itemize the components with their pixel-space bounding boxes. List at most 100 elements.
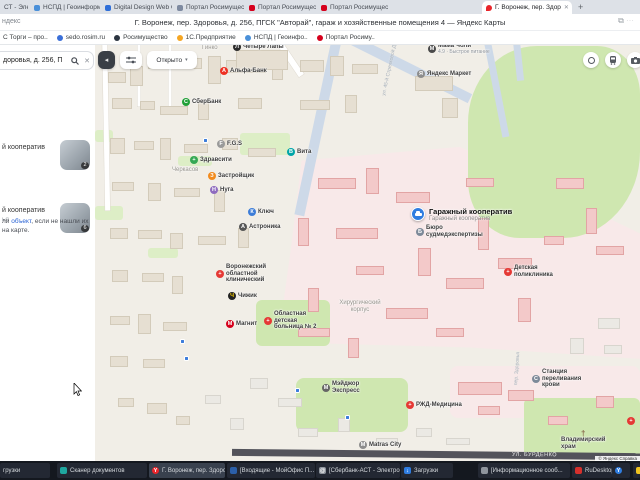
bus-stop-icon[interactable] [294,387,300,393]
layers-icon [587,56,595,64]
map-poi-label[interactable]: А Альфа-Банк [220,67,267,75]
taskbar-item[interactable]: @ [Сбербанк-АСТ - Электро... [316,463,400,478]
tab-label: Портал Росимущества [330,4,388,11]
map-poi-label[interactable]: А Астроника [239,223,281,231]
bookmark-item[interactable]: Росимущество [114,34,168,41]
result-photo-thumbnail[interactable]: 2 [60,140,90,170]
taskbar-item[interactable]: Сканер документов [57,463,147,478]
search-icon[interactable] [71,57,79,65]
map-poi-label[interactable]: М Мэйджор Экспресс [322,381,360,394]
tab-label: Digital Design Web Client [114,4,172,11]
poi-label-line: Здравсити [200,156,232,163]
map-poi-label[interactable]: F F.G.S [217,140,242,148]
map-layers-button[interactable] [583,52,599,68]
bus-stop-icon[interactable] [344,414,350,420]
map-building [142,273,164,282]
open-now-filter-button[interactable]: Открыто ▾ [147,51,197,69]
tab-label: Г. Воронеж, пер. Здор [495,4,561,11]
sidebar-collapse-button[interactable]: ◂ [98,51,115,69]
browser-tab[interactable]: СТ - Электро [0,1,28,14]
browser-tab[interactable]: Портал Росимущества [245,1,316,14]
map-poi-label[interactable]: + Детская поликлиника [504,265,553,278]
map-poi-label[interactable]: В Вита [287,148,311,156]
poi-icon: С [532,375,540,384]
bookmark-label: С Торги – про.. [3,34,48,41]
browser-tab[interactable]: Портал Росимущества [173,1,244,14]
bus-stop-icon[interactable] [179,338,185,344]
bus-stop-icon[interactable] [202,137,208,143]
browser-tab[interactable]: Портал Росимущества [317,1,388,14]
map-poi-label[interactable]: + Воронежский областной клинический [216,264,266,284]
taskbar-item[interactable]: RuDesktop [572,463,612,478]
taskbar-app-icon: @ [319,467,326,474]
bookmark-item[interactable]: Портал Росиму.. [316,34,375,41]
map-canvas[interactable]: ул. 45-й Стрелковой Дивизии пер. Здоровья… [95,45,640,461]
poi-label-line: поликлиника [514,271,553,278]
map-poi-label[interactable]: + РЖД-Медицина [406,401,462,409]
map-poi-label[interactable]: С Станция переливания крови [532,369,581,389]
map-poi-label[interactable]: Черкасов [172,167,198,174]
map-poi-label[interactable]: + [627,417,637,425]
map-building [518,298,531,322]
poi-icon: Л [233,45,241,51]
bookmark-label: sedo.rosim.ru [65,34,106,41]
bookmark-item[interactable]: С Торги – про.. [3,34,48,41]
browser-tab-bar: СТ - Электро НСПД | Геоинформацион Digital… [0,0,640,14]
browser-tab[interactable]: Г. Воронеж, пер. Здор ✕ [482,1,572,14]
poi-label-line: Гинко [202,45,218,51]
selected-poi-garage-cooperative[interactable]: Гаражный кооператив Гаражный кооператив [411,207,512,222]
new-tab-button[interactable]: + [578,2,583,12]
map-poi-label[interactable]: З Застройщик [208,172,254,180]
taskbar-item[interactable]: [Информационное сооб... [478,463,570,478]
taskbar-item[interactable]: YГ. Воронеж, пер. Здоровь... [149,463,225,478]
taskbar-item[interactable]: ↓ Загрузки [401,463,453,478]
map-poi-label[interactable]: + Областная детская больница № 2 [264,311,317,331]
transport-button[interactable] [605,52,621,68]
bookmark-item[interactable]: 1С.Предприятие [176,34,236,41]
bus-stop-icon[interactable] [183,355,189,361]
map-poi-label[interactable]: Хирургический корпус [328,300,392,313]
close-icon[interactable]: ✕ [564,4,569,11]
window-control-icons[interactable]: ⧉ ⋯ [618,16,634,26]
panoramas-button[interactable] [627,52,640,68]
taskbar-app-icon [60,467,67,474]
taskbar-item[interactable]: грузки [0,463,50,478]
bookmark-item[interactable]: НСПД | Геоинфо.. [244,34,308,41]
add-object-link[interactable]: объект [11,218,31,225]
browser-tab[interactable]: Digital Design Web Client [101,1,172,14]
map-poi-label[interactable]: M Matras City [359,441,401,449]
map-poi-label[interactable]: М Мама Чоли 4.9 · Быстрое питание [428,45,490,55]
map-poi-label[interactable]: † Владимирский храм [561,429,606,450]
map-poi-label[interactable]: Ч Чижик [228,292,257,300]
map-poi-label[interactable]: Гинко [202,45,218,52]
map-poi-label[interactable]: + Здравсити [190,156,232,164]
taskbar-item-label: [Информационное сооб... [491,467,563,474]
poi-icon: + [406,401,414,409]
map-building [163,322,187,331]
map-poi-label[interactable]: С СберБанк [182,98,221,106]
search-clear-icon[interactable]: ✕ [84,57,90,65]
map-poi-label[interactable]: Я Яндекс Маркет [417,70,471,78]
map-poi-label[interactable]: М Магнит [226,320,257,328]
map-poi-label[interactable]: Б Бюро судмедэкспертизы [416,225,483,238]
taskbar-item[interactable] [633,463,640,478]
poi-icon: А [239,223,247,231]
map-poi-label[interactable]: К Ключ [248,208,274,216]
result-title: й кооператив [2,207,45,214]
taskbar-item[interactable]: Y [612,463,630,478]
map-building [112,98,132,109]
taskbar-item[interactable]: [Входящие - МойОфис П... [227,463,315,478]
search-input[interactable]: доровья, д. 256, П ✕ [0,51,94,70]
portal-red-tab-icon [249,4,255,11]
filters-button[interactable] [120,51,142,69]
map-poi-label[interactable]: Н Нуга [210,186,234,194]
map-building [416,428,432,437]
browser-tab[interactable]: НСПД | Геоинформацион [30,1,100,14]
search-result-item[interactable]: й кооператив 2 [0,140,95,176]
poi-icon: + [190,156,198,164]
bookmark-item[interactable]: sedo.rosim.ru [56,34,106,41]
poi-icon: + [216,270,224,279]
poi-icon: С [182,98,190,106]
map-building [184,144,208,153]
map-poi-label[interactable]: Л Четыре Лапы [233,45,284,51]
